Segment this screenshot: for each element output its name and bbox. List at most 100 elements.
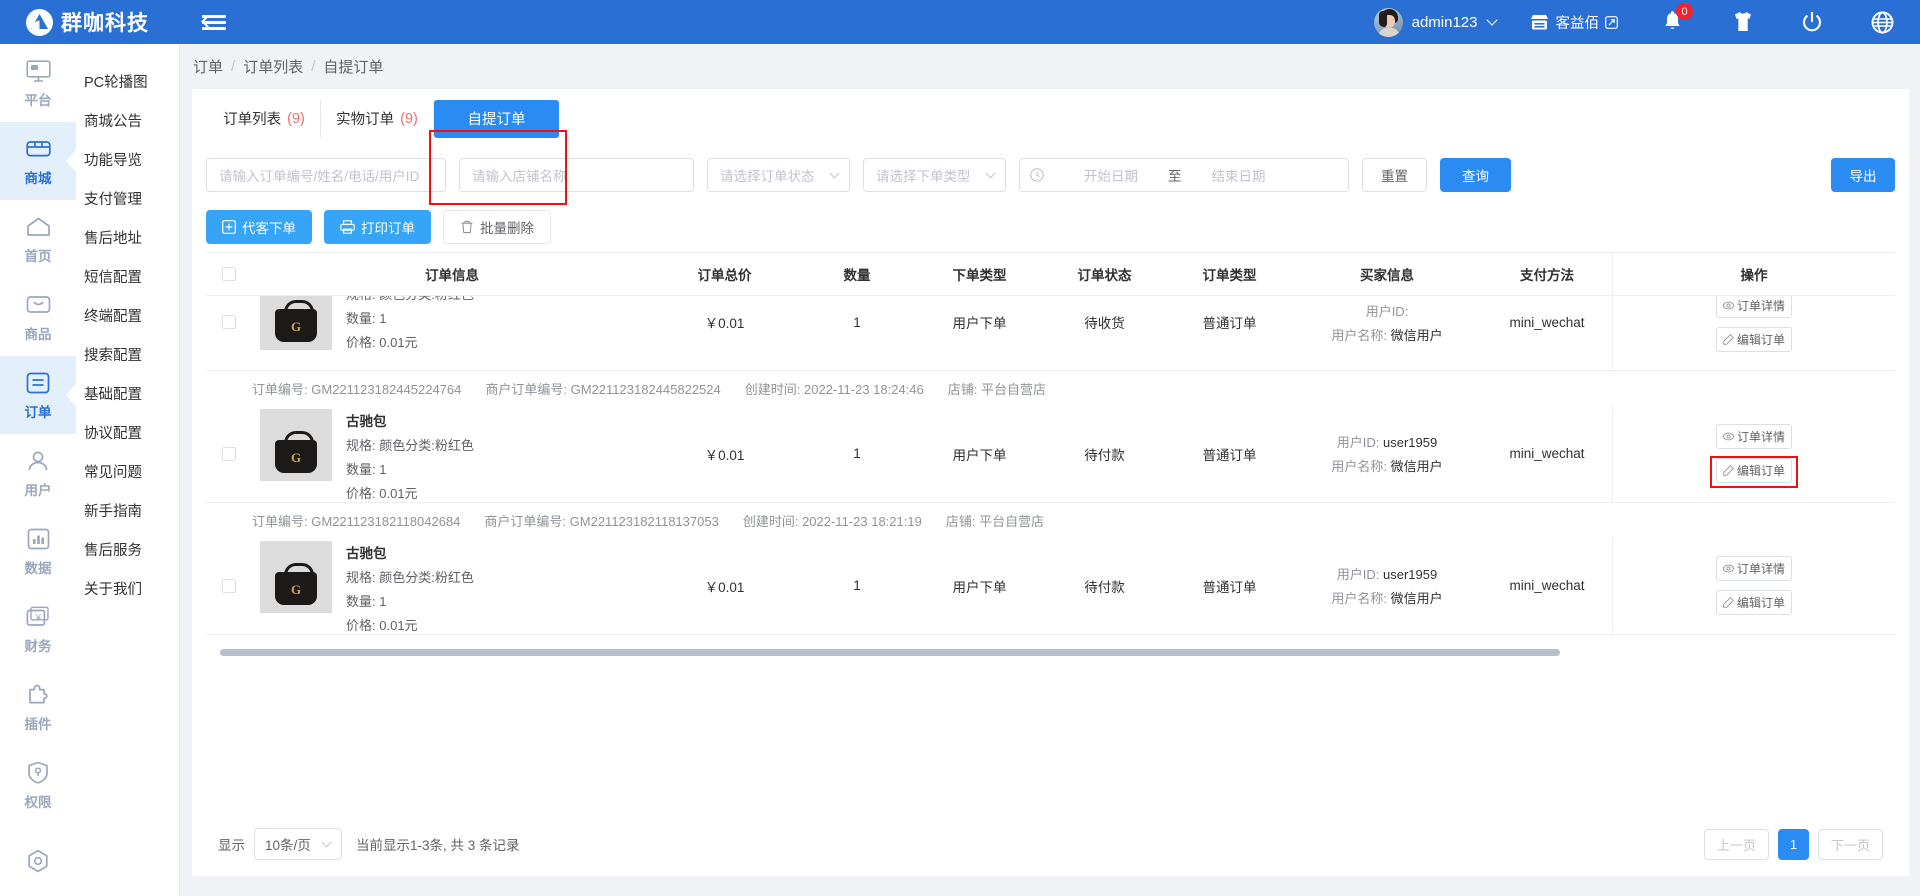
row-checkbox[interactable] <box>222 578 236 593</box>
order-detail-button[interactable]: 订单详情 <box>1716 296 1792 318</box>
buyer-info-cell: 用户ID: 用户名称: 微信用户 <box>1292 296 1482 370</box>
main-content: 订单 / 订单列表 / 自提订单 订单列表 (9) 实物订单 (9) 自提订单 <box>181 44 1920 896</box>
sidebar-label: 用户 <box>24 482 52 498</box>
breadcrumb-item-orders[interactable]: 订单 <box>193 56 223 77</box>
submenu-item-pc-banner[interactable]: PC轮播图 <box>76 62 179 101</box>
sidebar-item-goods[interactable]: 商品 <box>0 278 76 356</box>
submenu-item-payment[interactable]: 支付管理 <box>76 179 179 218</box>
breadcrumb-item-pickup-orders: 自提订单 <box>323 59 384 76</box>
submenu-item-about-us[interactable]: 关于我们 <box>76 569 179 608</box>
row-select-cell <box>206 405 252 502</box>
row-select-cell <box>206 537 252 634</box>
sidebar-item-users[interactable]: 用户 <box>0 434 76 512</box>
chart-icon <box>27 526 50 552</box>
shop-name-label: 客益佰 <box>1555 15 1600 32</box>
prev-page-button[interactable]: 上一页 <box>1703 828 1769 860</box>
submenu-item-aftersale-service[interactable]: 售后服务 <box>76 530 179 569</box>
submenu-item-faq[interactable]: 常见问题 <box>76 452 179 491</box>
edit-order-button[interactable]: 编辑订单 <box>1716 458 1792 483</box>
filter-bar: 请输入订单编号/姓名/电话/用户ID 请输入店铺名称 请选择订单状态 请选择下单… <box>192 148 1909 202</box>
print-order-button[interactable]: 打印订单 <box>324 210 431 244</box>
language-button[interactable] <box>1871 11 1894 34</box>
export-button[interactable]: 导出 <box>1831 158 1895 192</box>
date-range-picker[interactable]: 开始日期 至 结束日期 <box>1019 158 1349 192</box>
breadcrumb-item-order-list[interactable]: 订单列表 <box>243 56 303 77</box>
edit-order-button[interactable]: 编辑订单 <box>1716 326 1792 352</box>
meta-shop: 店铺: 平台自营店 <box>947 381 1047 397</box>
submenu-item-search-config[interactable]: 搜索配置 <box>76 335 179 374</box>
sidebar-item-permissions[interactable]: 权限 <box>0 746 76 824</box>
sidebar-item-settings[interactable] <box>0 824 76 896</box>
column-operations: 操作 <box>1612 252 1895 296</box>
search-input[interactable]: 请输入订单编号/姓名/电话/用户ID <box>206 158 446 192</box>
edit-order-button[interactable]: 编辑订单 <box>1716 590 1792 615</box>
order-type-select[interactable]: 请选择下单类型 <box>863 158 1006 192</box>
tab-pickup-orders[interactable]: 自提订单 <box>434 99 559 138</box>
sidebar-label: 商城 <box>24 170 52 186</box>
shop-name-input[interactable]: 请输入店铺名称 <box>459 158 694 192</box>
start-date-input[interactable]: 开始日期 <box>1058 165 1164 185</box>
next-page-button[interactable]: 下一页 <box>1817 828 1883 860</box>
submenu-label: 商城公告 <box>84 114 142 130</box>
order-info-cell: 规格: 颜色分类:粉红色 数量: 1 价格: 0.01元 <box>252 296 652 370</box>
horizontal-scroll-thumb[interactable] <box>220 649 1560 656</box>
tab-physical-orders[interactable]: 实物订单 (9) <box>321 99 434 138</box>
sidebar-item-home[interactable]: 首页 <box>0 200 76 278</box>
logout-button[interactable] <box>1801 11 1823 33</box>
edit-order-label: 编辑订单 <box>1736 332 1785 347</box>
orders-table: 订单信息 订单总价 数量 下单类型 订单状态 订单类型 买家信息 支付方法 操作 <box>206 252 1895 656</box>
brand-logo-area[interactable]: 群咖科技 <box>0 7 170 37</box>
tab-order-list[interactable]: 订单列表 (9) <box>208 99 321 138</box>
edit-icon <box>1723 333 1734 345</box>
product-price: 价格: 0.01元 <box>346 335 418 350</box>
submenu-item-newbie-guide[interactable]: 新手指南 <box>76 491 179 530</box>
pagination-controls: 上一页 1 下一页 <box>1703 828 1883 860</box>
sidebar-item-mall[interactable]: 商城 <box>0 122 76 200</box>
submenu-item-basic-config[interactable]: 基础配置 <box>76 374 179 413</box>
sidebar-item-platform[interactable]: 平台 <box>0 44 76 122</box>
submenu-item-terminal-config[interactable]: 终端配置 <box>76 296 179 335</box>
proxy-order-button[interactable]: 代客下单 <box>206 210 312 244</box>
submenu-item-sms-config[interactable]: 短信配置 <box>76 257 179 296</box>
user-menu[interactable]: admin123 <box>1373 7 1498 37</box>
end-date-input[interactable]: 结束日期 <box>1186 165 1292 185</box>
buyer-user-name: 用户名称: 微信用户 <box>1331 591 1443 606</box>
row-checkbox[interactable] <box>222 446 236 461</box>
proxy-order-label: 代客下单 <box>242 221 296 236</box>
sidebar-item-orders[interactable]: 订单 <box>0 356 76 434</box>
goods-icon <box>26 292 51 318</box>
table-horizontal-scrollbar[interactable] <box>220 649 1881 656</box>
sidebar-item-finance[interactable]: ¥ 财务 <box>0 590 76 668</box>
search-button[interactable]: 查询 <box>1440 158 1511 192</box>
theme-button[interactable] <box>1733 11 1753 33</box>
page-size-select[interactable]: 10条/页 <box>254 828 342 860</box>
payment-method-cell: mini_wechat <box>1509 446 1585 461</box>
submenu-item-agreement-config[interactable]: 协议配置 <box>76 413 179 452</box>
select-all-checkbox[interactable] <box>222 267 236 281</box>
order-status-select[interactable]: 请选择订单状态 <box>707 158 850 192</box>
submenu-item-aftersale-address[interactable]: 售后地址 <box>76 218 179 257</box>
operations-cell: 订单详情 编辑订单 <box>1612 405 1895 502</box>
reset-button[interactable]: 重置 <box>1362 158 1427 192</box>
operations-cell: 订单详情 编辑订单 <box>1612 537 1895 634</box>
order-detail-button[interactable]: 订单详情 <box>1716 424 1792 449</box>
column-order-total: 订单总价 <box>697 268 752 283</box>
page-number-1[interactable]: 1 <box>1777 828 1809 860</box>
submenu-item-mall-notice[interactable]: 商城公告 <box>76 101 179 140</box>
tab-count: (9) <box>287 110 305 127</box>
row-checkbox[interactable] <box>222 315 236 329</box>
table-body: 规格: 颜色分类:粉红色 数量: 1 价格: 0.01元 ￥0.01 1 用户下… <box>206 296 1895 656</box>
trash-icon <box>460 220 474 234</box>
submenu-label: 常见问题 <box>84 465 142 481</box>
shop-link[interactable]: 客益佰 <box>1530 12 1619 33</box>
meta-order-no: 订单编号: GM221123182445224764 <box>252 381 462 397</box>
product-spec: 规格: 颜色分类:粉红色 <box>346 438 474 453</box>
submenu-item-feature-guide[interactable]: 功能导览 <box>76 140 179 179</box>
notifications-button[interactable]: 0 <box>1662 3 1693 33</box>
order-detail-button[interactable]: 订单详情 <box>1716 556 1792 581</box>
sidebar-item-data[interactable]: 数据 <box>0 512 76 590</box>
sidebar-item-plugins[interactable]: 插件 <box>0 668 76 746</box>
row-meta: 订单编号: GM221123182118042684 商户订单编号: GM221… <box>206 503 1895 537</box>
menu-toggle-icon[interactable] <box>201 12 226 32</box>
batch-delete-button[interactable]: 批量删除 <box>443 210 551 244</box>
